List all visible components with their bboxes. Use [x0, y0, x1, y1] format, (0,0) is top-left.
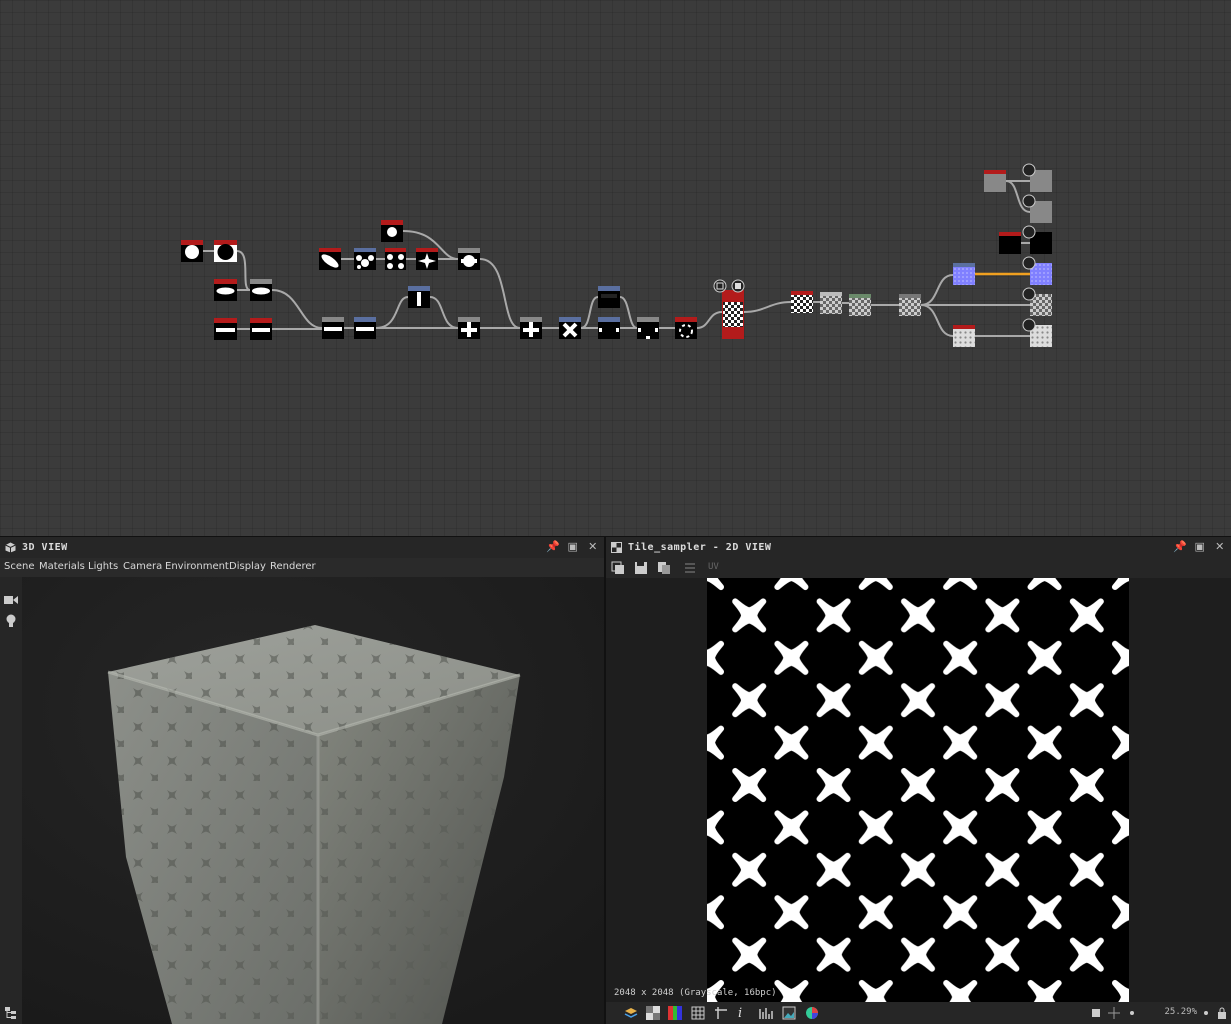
2d-view-bottombar: i 25.29% [606, 1002, 1231, 1024]
graph-node-checker-gray[interactable] [899, 294, 921, 316]
graph-node-checker-green[interactable] [849, 294, 871, 316]
histogram-icon[interactable] [759, 1006, 773, 1020]
light-bulb-icon[interactable] [5, 614, 17, 628]
fit-view-icon[interactable] [1089, 1006, 1103, 1020]
graph-node-bar[interactable] [322, 317, 344, 339]
graph-node-normal[interactable] [953, 263, 975, 285]
graph-node-plus[interactable] [458, 317, 480, 339]
graph-node-x[interactable] [559, 317, 581, 339]
layout-icon[interactable] [683, 561, 697, 575]
graph-node-vbar[interactable] [408, 286, 430, 308]
graph-node-plus[interactable] [458, 248, 480, 270]
duplicate-icon[interactable] [657, 561, 671, 575]
color-icon[interactable] [668, 1006, 682, 1020]
graph-node-checker[interactable] [791, 291, 813, 313]
graph-node-blob[interactable] [354, 248, 376, 270]
image-icon[interactable] [782, 1006, 796, 1020]
image-panel-icon [611, 542, 622, 553]
cube-render [22, 577, 604, 1024]
cube-icon [5, 542, 16, 553]
color-wheel-icon[interactable] [805, 1006, 819, 1020]
graph-node-tile-sampler[interactable] [722, 290, 744, 339]
graph-node-bar[interactable] [214, 318, 237, 340]
3d-view-menubar: Scene Materials Lights Camera Environmen… [0, 558, 604, 577]
grid-icon[interactable] [691, 1006, 705, 1020]
pin-icon[interactable]: 📌 [1173, 540, 1187, 554]
close-icon[interactable]: ✕ [1213, 540, 1227, 554]
pin-icon[interactable]: 📌 [546, 540, 560, 554]
graph-node-ellipse[interactable] [214, 279, 237, 301]
3d-viewport[interactable] [22, 577, 604, 1024]
camera-icon[interactable] [4, 595, 18, 605]
layers-icon[interactable] [624, 1006, 638, 1020]
graph-node-bar[interactable] [250, 318, 272, 340]
texture-preview [707, 578, 1129, 1002]
graph-node-dark[interactable] [598, 286, 620, 308]
menu-materials[interactable]: Materials [39, 561, 85, 572]
graph-node-checker-white[interactable] [953, 325, 975, 347]
image-info: 2048 x 2048 (Grayscale, 16bpc) [614, 988, 777, 998]
graph-canvas[interactable] [0, 0, 1231, 536]
graph-nodes[interactable] [181, 163, 1052, 347]
uv-toggle[interactable]: UV [708, 562, 719, 572]
2d-view-toolbar: UV [606, 558, 1231, 578]
pan-icon[interactable] [1107, 1006, 1121, 1020]
zoom-level[interactable]: 25.29% [1164, 1007, 1197, 1017]
menu-lights[interactable]: Lights [88, 561, 118, 572]
menu-display[interactable]: Display [229, 561, 266, 572]
graph-node-blob[interactable] [385, 248, 406, 270]
3d-view-panel: 3D VIEW 📌 ▣ ✕ Scene Materials Lights Cam… [0, 536, 604, 1024]
close-icon[interactable]: ✕ [586, 540, 600, 554]
graph-node-bar[interactable] [354, 317, 376, 339]
2d-viewport[interactable]: 2048 x 2048 (Grayscale, 16bpc) [606, 578, 1231, 1002]
save-icon[interactable] [634, 561, 648, 575]
graph-node-leaf[interactable] [319, 248, 341, 270]
graph-node-circle[interactable] [181, 240, 203, 262]
menu-renderer[interactable]: Renderer [270, 561, 316, 572]
graph-node-circle[interactable] [214, 240, 237, 262]
graph-node-gray[interactable] [984, 170, 1006, 192]
2d-view-titlebar: Tile_sampler - 2D VIEW 📌 ▣ ✕ [606, 536, 1231, 559]
info-icon[interactable]: i [738, 1006, 752, 1021]
checker-icon[interactable] [646, 1006, 660, 1020]
pivot-icon[interactable] [714, 1006, 728, 1020]
menu-environment[interactable]: Environment [165, 561, 229, 572]
graph-node-ellipse[interactable] [250, 279, 272, 301]
2d-view-panel: Tile_sampler - 2D VIEW 📌 ▣ ✕ UV 2048 x 2… [606, 536, 1231, 1024]
graph-node-dark[interactable] [675, 317, 697, 339]
menu-camera[interactable]: Camera [123, 561, 162, 572]
graph-node-star[interactable] [416, 248, 438, 270]
maximize-icon[interactable]: ▣ [566, 540, 580, 554]
3d-view-sidebar [0, 577, 22, 1024]
graph-node-dark[interactable] [598, 317, 620, 339]
graph-node-circle[interactable] [381, 220, 403, 242]
menu-scene[interactable]: Scene [4, 561, 35, 572]
graph-node-black[interactable] [999, 232, 1021, 254]
graph-node-checker[interactable] [820, 292, 842, 314]
graph-node-plus[interactable] [520, 317, 542, 339]
tile-sampler-preview [707, 578, 1129, 1002]
copy-icon[interactable] [611, 561, 625, 575]
3d-view-titlebar: 3D VIEW 📌 ▣ ✕ [0, 536, 604, 559]
node-graph[interactable] [0, 0, 1231, 536]
maximize-icon[interactable]: ▣ [1193, 540, 1207, 554]
zoom-options-icon[interactable] [1199, 1006, 1213, 1020]
graph-node-dark[interactable] [637, 317, 659, 339]
lock-icon[interactable] [1215, 1006, 1229, 1020]
2d-view-title: Tile_sampler - 2D VIEW [628, 542, 772, 553]
zoom-dot-icon[interactable] [1125, 1006, 1139, 1020]
3d-view-title: 3D VIEW [22, 542, 68, 553]
hierarchy-icon[interactable] [5, 1007, 17, 1019]
